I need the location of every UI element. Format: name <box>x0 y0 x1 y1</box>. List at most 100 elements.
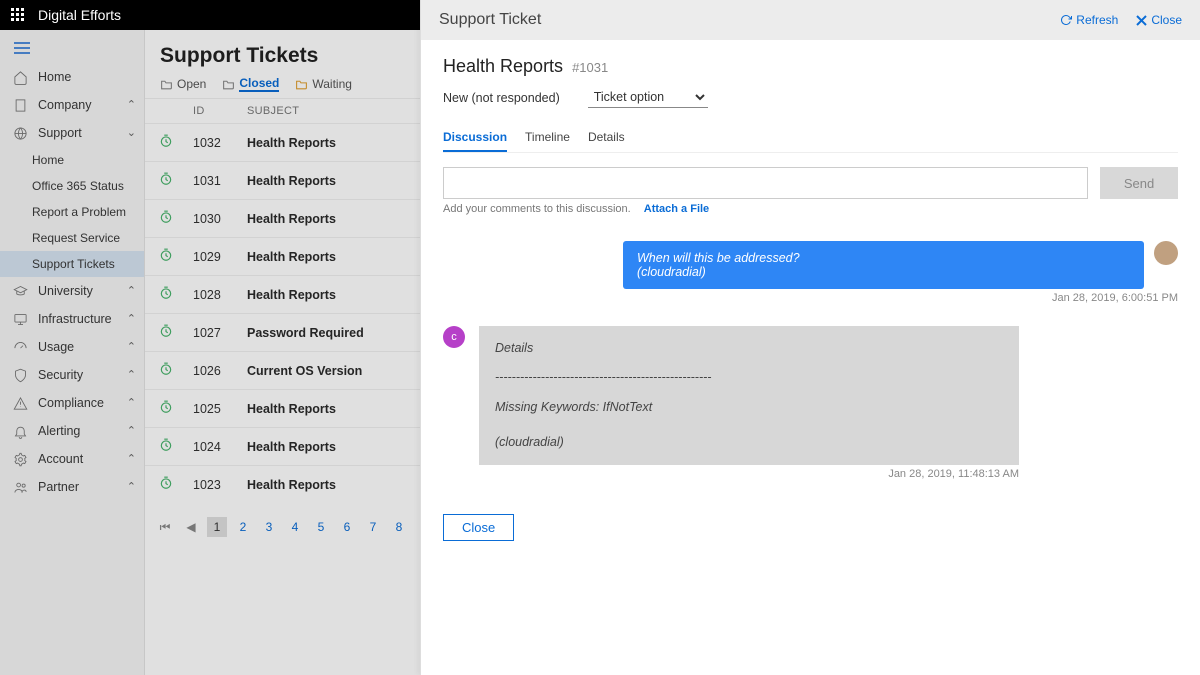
sidebar-item-support[interactable]: Support ⌄ <box>0 119 144 147</box>
gear-icon <box>12 451 28 467</box>
hamburger-icon[interactable] <box>0 36 144 63</box>
monitor-icon <box>12 311 28 327</box>
ticket-title: Health Reports #1031 <box>443 56 1178 77</box>
sidebar-item-office-365-status[interactable]: Office 365 Status <box>0 173 144 199</box>
clock-icon <box>159 213 173 227</box>
chevron-up-icon: ⌃ <box>127 480 136 493</box>
chevron-up-icon: ⌃ <box>127 340 136 353</box>
ticket-status: New (not responded) <box>443 91 560 105</box>
refresh-button[interactable]: Refresh <box>1060 13 1118 27</box>
sidebar-item-infrastructure[interactable]: Infrastructure ⌃ <box>0 305 144 333</box>
nav-label: Usage <box>38 340 74 354</box>
clock-icon <box>159 251 173 265</box>
nav-label: Account <box>38 452 83 466</box>
folder-icon <box>295 78 308 91</box>
sidebar-item-request-service[interactable]: Request Service <box>0 225 144 251</box>
tab-discussion[interactable]: Discussion <box>443 126 507 152</box>
ticket-panel: Support Ticket Refresh Close Health Repo… <box>420 0 1200 675</box>
pager-page-4[interactable]: 4 <box>285 517 305 537</box>
close-panel-button[interactable]: Close <box>1136 13 1182 27</box>
clock-icon <box>159 441 173 455</box>
send-button[interactable]: Send <box>1100 167 1178 199</box>
chevron-up-icon: ⌃ <box>127 98 136 111</box>
sidebar-item-company[interactable]: Company ⌃ <box>0 91 144 119</box>
clock-icon <box>159 479 173 493</box>
nav-label: Partner <box>38 480 79 494</box>
col-id[interactable]: ID <box>193 105 247 117</box>
avatar <box>1154 241 1178 265</box>
pager-prev[interactable]: ◀ <box>181 517 201 537</box>
comment-help: Add your comments to this discussion. At… <box>443 203 1178 215</box>
pager-page-2[interactable]: 2 <box>233 517 253 537</box>
nav-label: Support <box>38 126 82 140</box>
panel-header: Support Ticket Refresh Close <box>421 0 1200 40</box>
nav-label: Infrastructure <box>38 312 112 326</box>
sidebar-item-home[interactable]: Home <box>0 63 144 91</box>
nav-label: Compliance <box>38 396 104 410</box>
close-button[interactable]: Close <box>443 514 514 541</box>
nav-label: Security <box>38 368 83 382</box>
pager-page-8[interactable]: 8 <box>389 517 409 537</box>
gauge-icon <box>12 339 28 355</box>
message-timestamp: Jan 28, 2019, 6:00:51 PM <box>443 292 1178 304</box>
clock-icon <box>159 137 173 151</box>
panel-title: Support Ticket <box>439 11 541 29</box>
ticket-id: #1031 <box>572 60 608 75</box>
avatar-badge: c <box>443 326 465 348</box>
folder-icon <box>160 78 173 91</box>
brand-name: Digital Efforts <box>38 7 121 23</box>
pager-first[interactable]: ⏮ <box>155 517 175 537</box>
nav-label: Alerting <box>38 424 80 438</box>
sidebar-item-partner[interactable]: Partner ⌃ <box>0 473 144 501</box>
sidebar-item-report-a-problem[interactable]: Report a Problem <box>0 199 144 225</box>
nav-label: Home <box>38 70 71 84</box>
chevron-down-icon: ⌄ <box>127 126 136 139</box>
sidebar-item-support-tickets[interactable]: Support Tickets <box>0 251 144 277</box>
sidebar-item-security[interactable]: Security ⌃ <box>0 361 144 389</box>
comment-input[interactable] <box>443 167 1088 199</box>
clock-icon <box>159 403 173 417</box>
filter-closed[interactable]: Closed <box>222 76 279 92</box>
apps-grid-icon[interactable] <box>10 7 26 23</box>
pager-page-3[interactable]: 3 <box>259 517 279 537</box>
sidebar-item-alerting[interactable]: Alerting ⌃ <box>0 417 144 445</box>
sidebar-item-compliance[interactable]: Compliance ⌃ <box>0 389 144 417</box>
warn-icon <box>12 395 28 411</box>
attach-file-link[interactable]: Attach a File <box>644 203 709 215</box>
pager-page-5[interactable]: 5 <box>311 517 331 537</box>
chevron-up-icon: ⌃ <box>127 424 136 437</box>
message-incoming: c Details ------------------------------… <box>443 326 1178 465</box>
nav-label: Company <box>38 98 92 112</box>
ticket-options-select[interactable]: Ticket options... <box>588 87 708 108</box>
pager-page-1[interactable]: 1 <box>207 517 227 537</box>
chevron-up-icon: ⌃ <box>127 452 136 465</box>
globe-icon <box>12 125 28 141</box>
chevron-up-icon: ⌃ <box>127 396 136 409</box>
pager-page-7[interactable]: 7 <box>363 517 383 537</box>
building-icon <box>12 97 28 113</box>
pager-page-6[interactable]: 6 <box>337 517 357 537</box>
filter-waiting[interactable]: Waiting <box>295 77 352 91</box>
tab-details[interactable]: Details <box>588 126 625 152</box>
message-outgoing: When will this be addressed? (cloudradia… <box>443 241 1178 289</box>
panel-tabs: Discussion Timeline Details <box>443 126 1178 153</box>
chevron-up-icon: ⌃ <box>127 368 136 381</box>
chevron-up-icon: ⌃ <box>127 312 136 325</box>
sidebar-item-usage[interactable]: Usage ⌃ <box>0 333 144 361</box>
people-icon <box>12 479 28 495</box>
clock-icon <box>159 365 173 379</box>
sidebar-item-account[interactable]: Account ⌃ <box>0 445 144 473</box>
clock-icon <box>159 289 173 303</box>
folder-icon <box>222 78 235 91</box>
sidebar-item-home[interactable]: Home <box>0 147 144 173</box>
filter-open[interactable]: Open <box>160 77 206 91</box>
home-icon <box>12 69 28 85</box>
chevron-up-icon: ⌃ <box>127 284 136 297</box>
col-subject[interactable]: SUBJECT <box>247 105 447 117</box>
sidebar: HomeCompany⌃Support⌄HomeOffice 365 Statu… <box>0 30 145 675</box>
shield-icon <box>12 367 28 383</box>
clock-icon <box>159 175 173 189</box>
tab-timeline[interactable]: Timeline <box>525 126 570 152</box>
sidebar-item-university[interactable]: University⌃ <box>0 277 144 305</box>
grad-icon <box>12 283 28 299</box>
